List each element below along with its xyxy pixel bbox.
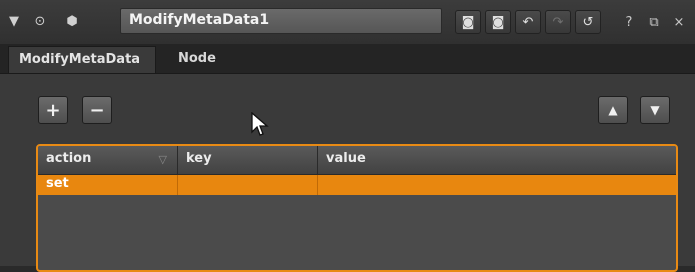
properties-panel: ▼ ⊙ ⬢ ModifyMetaData1 ◙ ◙ ↶ ↷ ↺ ? ⧉ × Mo… <box>0 0 695 272</box>
presets-icon[interactable]: ◙ <box>455 10 481 34</box>
panel-titlebar: ▼ ⊙ ⬢ ModifyMetaData1 ◙ ◙ ↶ ↷ ↺ ? ⧉ × <box>0 0 695 45</box>
remove-row-button[interactable]: − <box>82 96 112 124</box>
center-node-icon[interactable]: ⊙ <box>30 11 50 31</box>
triangle-down-icon: ▼ <box>650 103 660 117</box>
tab-modifymetadata[interactable]: ModifyMetaData <box>8 46 156 73</box>
move-down-button[interactable]: ▼ <box>640 96 670 124</box>
mouse-pointer-icon <box>251 112 269 136</box>
tab-node[interactable]: Node <box>168 46 242 73</box>
move-up-button[interactable]: ▲ <box>598 96 628 124</box>
undo-icon[interactable]: ↶ <box>515 10 541 34</box>
node-color-icon[interactable]: ⬢ <box>62 11 82 31</box>
cell-action[interactable]: set <box>38 175 178 195</box>
metadata-table: action ▽ key value set <box>36 144 678 272</box>
table-header: action ▽ key value <box>38 146 676 175</box>
column-header-key[interactable]: key <box>178 146 318 174</box>
column-header-action[interactable]: action ▽ <box>38 146 178 174</box>
help-icon[interactable]: ? <box>620 10 638 34</box>
tab-bar: ModifyMetaData Node <box>0 44 695 74</box>
table-row[interactable]: set <box>38 175 676 195</box>
float-icon[interactable]: ⧉ <box>645 10 663 34</box>
column-header-value[interactable]: value <box>318 146 676 174</box>
reset-icon[interactable]: ◙ <box>485 10 511 34</box>
tab-content: + − ▲ ▼ action ▽ key value set <box>0 74 695 272</box>
node-name-field[interactable]: ModifyMetaData1 <box>120 8 442 34</box>
sort-indicator-icon: ▽ <box>158 153 167 166</box>
add-row-button[interactable]: + <box>38 96 68 124</box>
revert-icon[interactable]: ↺ <box>575 10 601 34</box>
close-icon[interactable]: × <box>670 10 688 34</box>
triangle-up-icon: ▲ <box>608 103 618 117</box>
cell-key[interactable] <box>178 175 318 195</box>
collapse-triangle-icon[interactable]: ▼ <box>4 11 24 31</box>
cell-value[interactable] <box>318 175 676 195</box>
redo-icon[interactable]: ↷ <box>545 10 571 34</box>
